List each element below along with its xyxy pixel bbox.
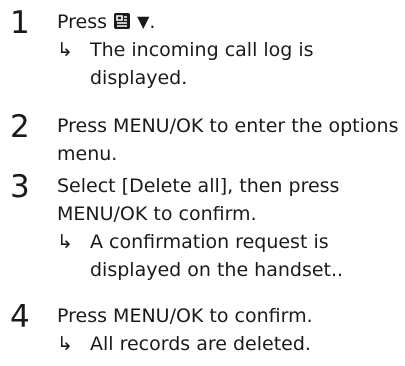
step-result: ↳ A confirmation request is displayed on… [57,228,402,284]
step-instruction: Press MENU/OK to enter the options menu. [57,112,402,168]
option-name: Delete all [129,175,220,197]
instruction-text: Press [57,115,114,137]
step-number: 1 [10,5,30,41]
down-arrow-icon: ▼ [137,12,150,31]
step-body: Press MENU/OK to enter the options menu. [57,112,402,168]
key-name: MENU/OK [113,115,204,137]
step-number: 4 [10,299,30,335]
instruction-text-end: to confirm. [147,203,257,225]
instruction-text-end: to confirm. [203,305,313,327]
key-name: MENU/OK [113,305,204,327]
result-arrow-icon: ↳ [57,333,73,355]
result-text: The incoming call log is displayed. [90,39,314,89]
result-arrow-icon: ↳ [57,231,73,253]
instruction-text: Press [57,305,114,327]
instruction-text-end: . [149,11,156,33]
instruction-text: Press [57,11,114,33]
step-instruction: Press ▼. [57,8,402,36]
instruction-text: Select [ [57,175,130,197]
step-body: Select [Delete all], then press MENU/OK … [57,172,402,284]
key-name: MENU/OK [57,203,148,225]
result-text: All records are deleted. [90,333,311,355]
instruction-text-middle: ], then press [219,175,340,197]
step-body: Press ▼. ↳ The incoming call log is disp… [57,8,402,92]
step-result: ↳ The incoming call log is displayed. [57,36,402,92]
result-text: A confirmation request is displayed on t… [90,231,344,281]
step-instruction: Press MENU/OK to confirm. [57,302,402,330]
step-number: 3 [10,169,30,205]
call-log-icon [113,12,131,30]
step-number: 2 [10,109,30,145]
step-body: Press MENU/OK to confirm. ↳ All records … [57,302,402,358]
result-arrow-icon: ↳ [57,39,73,61]
step-instruction: Select [Delete all], then press MENU/OK … [57,172,402,228]
step-result: ↳ All records are deleted. [57,330,402,358]
